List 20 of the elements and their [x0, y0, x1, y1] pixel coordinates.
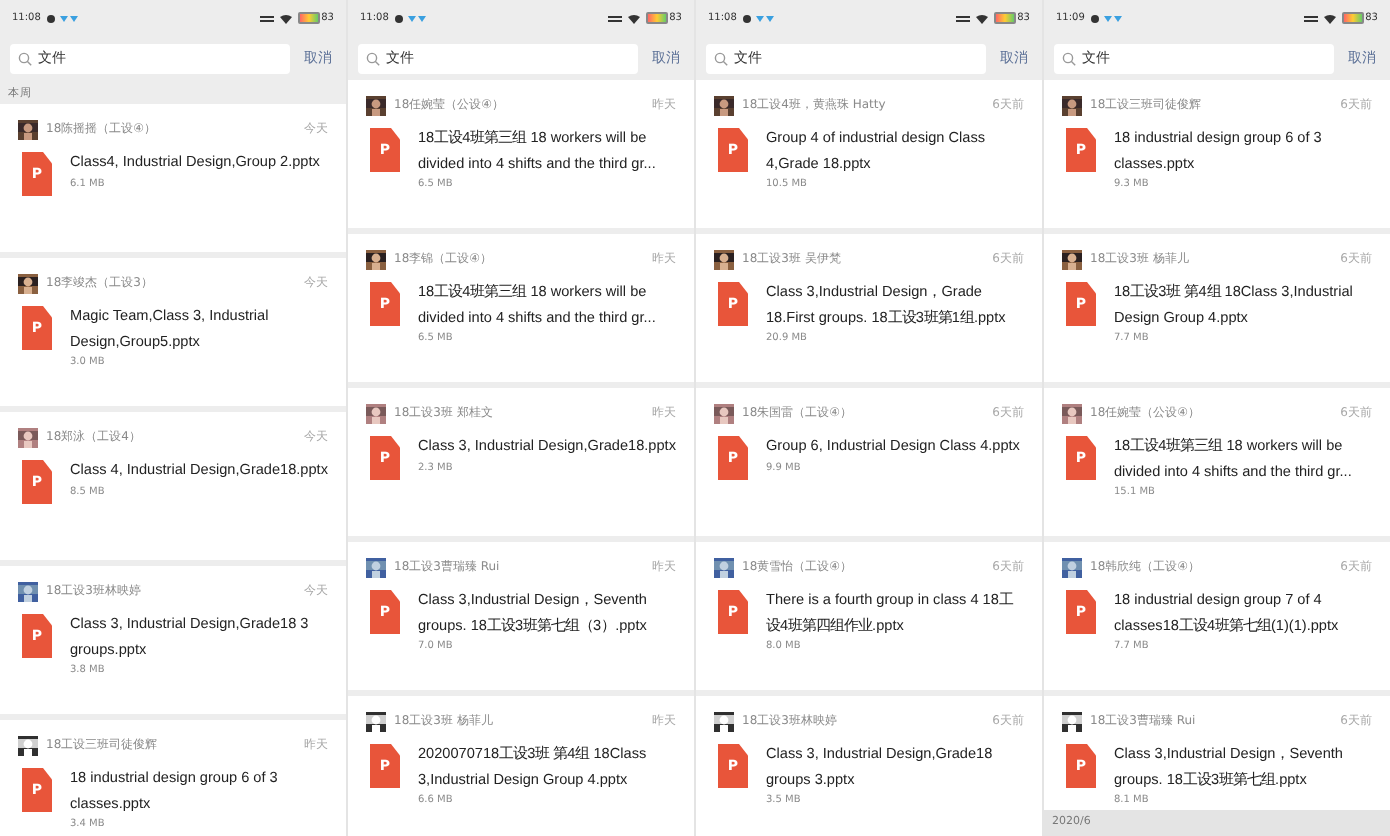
battery-icon	[645, 12, 668, 24]
battery-icon	[1341, 12, 1364, 24]
signal-icon	[607, 13, 622, 23]
search-icon	[18, 51, 32, 65]
search-icon	[366, 51, 380, 65]
signal-icon	[259, 13, 274, 23]
wifi-icon	[279, 13, 292, 23]
wifi-icon	[627, 13, 640, 23]
notification-icons	[46, 13, 79, 23]
wifi-icon	[975, 13, 988, 23]
notification-icons	[394, 13, 427, 23]
battery-icon	[993, 12, 1016, 24]
signal-icon	[1303, 13, 1318, 23]
wifi-icon	[1323, 13, 1336, 23]
notification-icons	[742, 13, 775, 23]
search-icon	[714, 51, 728, 65]
notification-icons	[1090, 13, 1123, 23]
signal-icon	[955, 13, 970, 23]
battery-icon	[297, 12, 320, 24]
search-icon	[1062, 51, 1076, 65]
